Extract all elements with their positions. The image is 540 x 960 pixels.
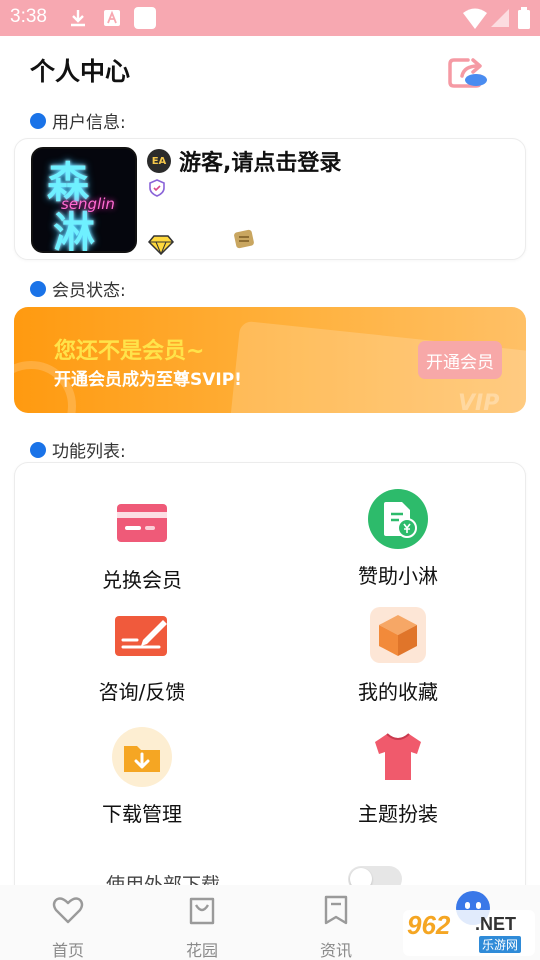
download-manager-item[interactable]: 下载管理 xyxy=(42,726,242,827)
tab-home-label: 首页 xyxy=(51,941,84,960)
avatar-script: senglin xyxy=(61,195,115,213)
watermark-number: 962 xyxy=(407,910,451,940)
section-member-status: 会员状态: xyxy=(30,276,126,301)
bookmark-icon xyxy=(324,895,348,925)
heart-icon xyxy=(52,897,84,924)
edit-card-icon xyxy=(111,604,173,666)
face-eye-icon xyxy=(465,902,470,909)
sponsor-item[interactable]: 赞助小淋 xyxy=(298,488,498,589)
money-document-icon xyxy=(367,488,429,550)
status-time: 3:38 xyxy=(10,6,47,27)
tab-news[interactable]: 资讯 xyxy=(296,893,376,960)
tshirt-icon xyxy=(367,726,429,788)
section-user-info-label: 用户信息: xyxy=(52,113,126,133)
sponsor-label: 赞助小淋 xyxy=(358,564,438,588)
favorites-label: 我的收藏 xyxy=(358,680,438,704)
bag-icon xyxy=(189,897,215,925)
shield-icon xyxy=(149,179,165,197)
battery-icon xyxy=(518,7,530,29)
status-bar: 3:38 xyxy=(0,0,540,36)
favorites-item[interactable]: 我的收藏 xyxy=(298,604,498,705)
open-membership-button[interactable]: 开通会员 xyxy=(418,341,502,379)
tab-garden[interactable]: 花园 xyxy=(162,893,242,960)
vip-watermark: VIP xyxy=(458,391,500,413)
feedback-label: 咨询/反馈 xyxy=(98,680,186,704)
section-dot-icon xyxy=(30,441,46,458)
section-dot-icon xyxy=(30,280,46,297)
card-icon xyxy=(111,492,173,554)
section-dot-icon xyxy=(30,112,46,129)
diamond-icon xyxy=(147,235,175,255)
login-prompt[interactable]: 游客,请点击登录 xyxy=(179,145,341,177)
face-eye-icon xyxy=(476,902,481,909)
theme-item[interactable]: 主题扮装 xyxy=(298,726,498,827)
level-badge-icon: EA xyxy=(147,149,171,173)
user-info-card[interactable]: 森 淋 senglin EA 游客,请点击登录 xyxy=(14,138,526,260)
vip-banner[interactable]: 您还不是会员~ 开通会员成为至尊SVIP! 开通会员 VIP xyxy=(14,307,526,413)
vip-subtitle: 开通会员成为至尊SVIP! xyxy=(54,370,242,390)
download-manager-label: 下载管理 xyxy=(102,802,182,826)
section-user-info: 用户信息: xyxy=(30,108,126,133)
section-function-list-label: 功能列表: xyxy=(52,442,126,462)
download-status-icon xyxy=(71,10,85,27)
signal-icon xyxy=(491,9,509,27)
page-title: 个人中心 xyxy=(30,57,131,86)
watermark-sub: 乐游网 xyxy=(479,936,522,953)
tab-news-label: 资讯 xyxy=(319,941,352,960)
redeem-membership-item[interactable]: 兑换会员 xyxy=(42,492,242,593)
feedback-item[interactable]: 咨询/反馈 xyxy=(42,604,242,705)
tab-garden-label: 花园 xyxy=(185,941,218,960)
tab-home[interactable]: 首页 xyxy=(28,893,108,960)
theme-label: 主题扮装 xyxy=(358,802,438,826)
watermark-net: .NET xyxy=(475,914,517,934)
box-icon xyxy=(367,604,429,666)
redeem-membership-label: 兑换会员 xyxy=(102,568,182,592)
coin-badge-icon xyxy=(234,229,254,249)
wifi-icon xyxy=(463,8,487,29)
level-badge-text: EA xyxy=(151,155,167,167)
vip-title: 您还不是会员~ xyxy=(54,339,205,364)
site-watermark: 962 .NET 乐游网 xyxy=(403,910,535,956)
avatar[interactable]: 森 淋 senglin xyxy=(31,147,137,253)
share-icon[interactable] xyxy=(446,54,490,90)
section-member-status-label: 会员状态: xyxy=(52,281,126,301)
app-status-icon xyxy=(134,7,156,29)
download-folder-icon xyxy=(111,726,173,788)
keyboard-status-icon xyxy=(104,10,120,26)
section-function-list: 功能列表: xyxy=(30,437,126,462)
